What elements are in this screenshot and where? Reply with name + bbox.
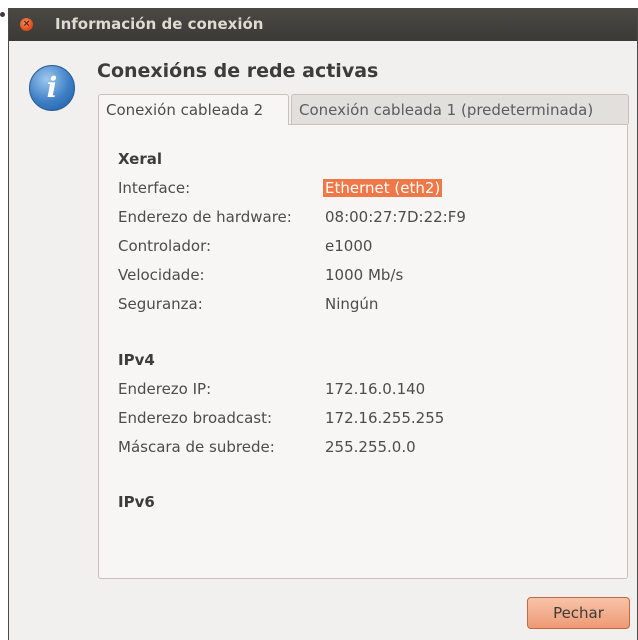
title-bar[interactable]: × Información de conexión [9, 8, 637, 41]
driver-label: Controlador: [118, 237, 212, 255]
hardware-address-label: Enderezo de hardware: [118, 208, 292, 226]
page-title: Conexións de rede activas [97, 60, 379, 82]
subnet-mask-value[interactable]: 255.255.0.0 [325, 438, 416, 456]
broadcast-address-value[interactable]: 172.16.255.255 [325, 409, 444, 427]
close-button[interactable]: Pechar [527, 597, 630, 629]
connection-details-panel: Xeral Interface: Ethernet (eth2) Enderez… [98, 124, 628, 579]
security-value[interactable]: Ningún [325, 295, 378, 313]
info-icon: i [29, 65, 75, 111]
speed-label: Velocidade: [118, 266, 205, 284]
ip-address-value[interactable]: 172.16.0.140 [325, 380, 425, 398]
tab-wired-connection-2[interactable]: Conexión cableada 2 [98, 94, 289, 125]
speed-value[interactable]: 1000 Mb/s [325, 266, 403, 284]
section-title-ipv4: IPv4 [118, 351, 155, 369]
tab-wired-connection-1[interactable]: Conexión cableada 1 (predeterminada) [291, 94, 629, 124]
section-title-general: Xeral [118, 150, 162, 168]
hardware-address-value[interactable]: 08:00:27:7D:22:F9 [325, 208, 466, 226]
connection-info-window: × Información de conexión i Conexións de… [8, 8, 638, 640]
ip-address-label: Enderezo IP: [118, 380, 212, 398]
driver-value[interactable]: e1000 [325, 237, 372, 255]
window-edge-marker [0, 12, 5, 17]
interface-value[interactable]: Ethernet (eth2) [323, 179, 443, 197]
window-title: Información de conexión [55, 15, 264, 33]
security-label: Seguranza: [118, 295, 203, 313]
section-title-ipv6: IPv6 [118, 493, 155, 511]
broadcast-address-label: Enderezo broadcast: [118, 409, 273, 427]
subnet-mask-label: Máscara de subrede: [118, 438, 275, 456]
window-close-icon[interactable]: × [20, 18, 33, 31]
interface-label: Interface: [118, 179, 191, 197]
